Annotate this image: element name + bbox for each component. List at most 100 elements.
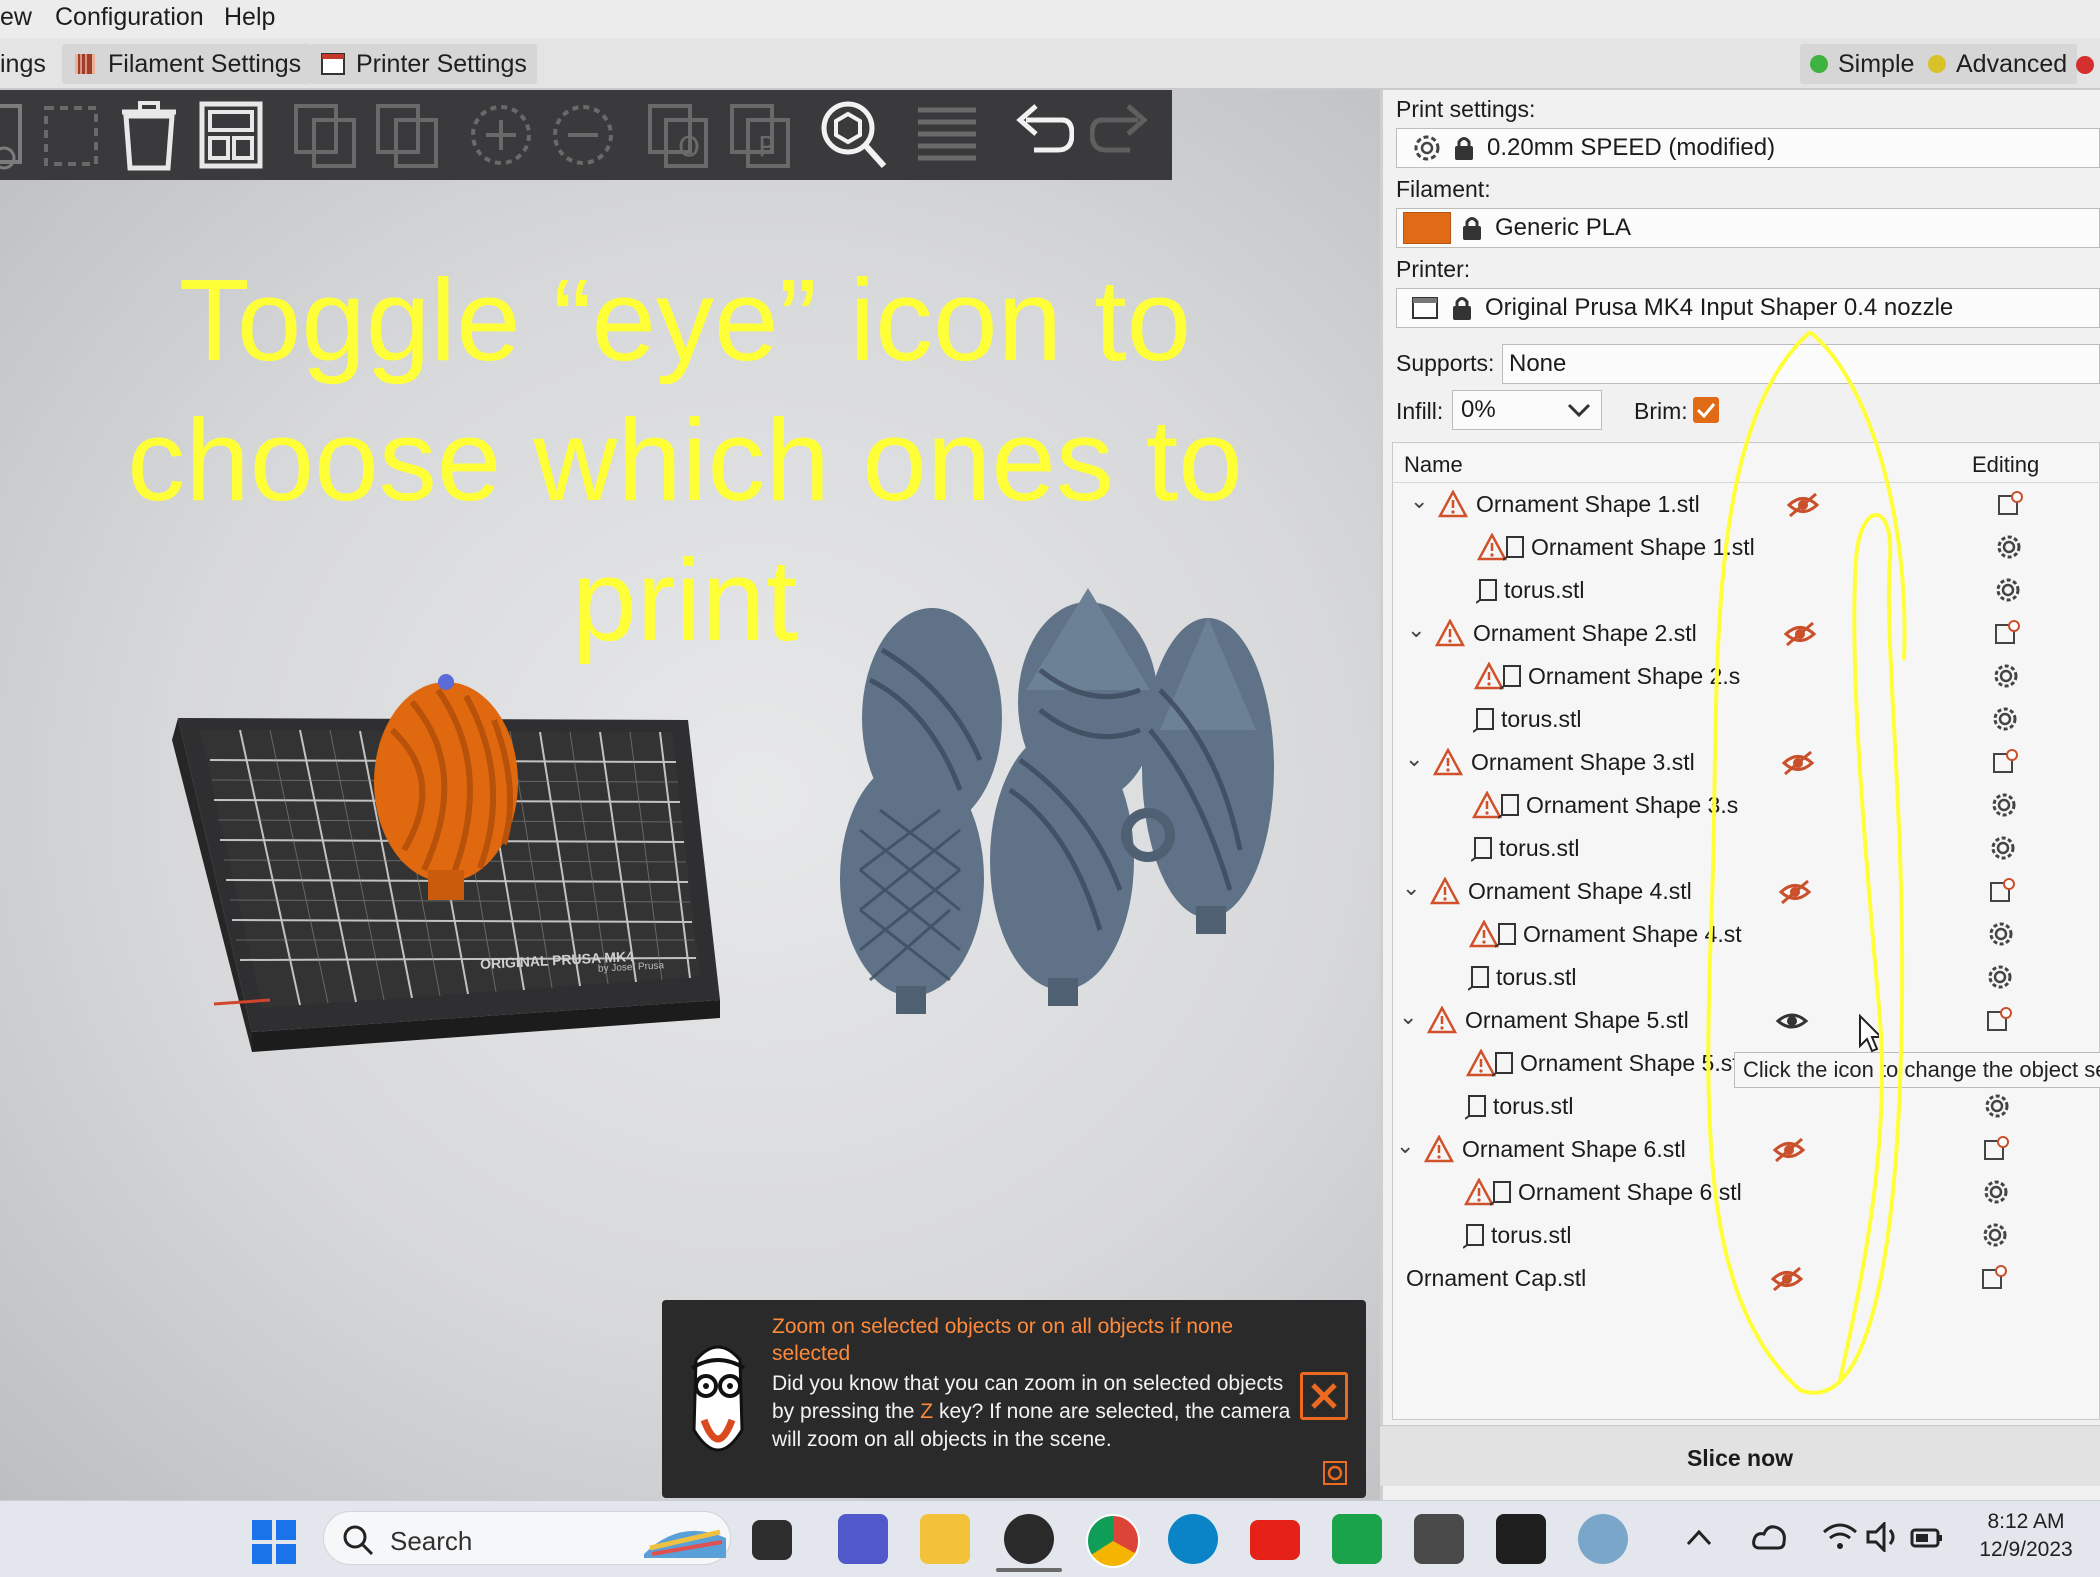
object-row[interactable]: Ornament Cap.stl (1392, 1258, 2100, 1301)
object-settings-icon[interactable] (1985, 1006, 2013, 1034)
chevron-down-icon[interactable]: ⌄ (1399, 1004, 1417, 1030)
supports-combo[interactable]: None (1502, 344, 2100, 384)
eye-off-icon[interactable] (1770, 1264, 1804, 1294)
prusaslicer-icon[interactable] (1004, 1514, 1054, 1564)
red-dot-icon[interactable] (2076, 56, 2094, 74)
part-row[interactable]: Ornament Shape 2.s (1392, 656, 2100, 699)
part-row[interactable]: Ornament Shape 3.s (1392, 785, 2100, 828)
eye-off-icon[interactable] (1781, 748, 1815, 778)
eye-off-icon[interactable] (1772, 1135, 1806, 1165)
search-icon[interactable] (818, 98, 888, 172)
mode-simple-button[interactable]: Simple (1800, 44, 1925, 84)
redo-icon[interactable] (1090, 98, 1160, 172)
part-row[interactable]: Ornament Shape 1.stl (1392, 527, 2100, 570)
object-row[interactable]: ⌄ Ornament Shape 6.stl (1392, 1129, 2100, 1172)
part-row[interactable]: torus.stl (1392, 957, 2100, 1000)
add-instance-icon[interactable] (466, 98, 536, 172)
taskbar-clock[interactable]: 8:12 AM 12/9/2023 (1970, 1508, 2082, 1564)
gear-icon[interactable] (1989, 834, 2017, 862)
menu-view[interactable]: ew (0, 3, 32, 32)
gear-icon[interactable] (1995, 533, 2023, 561)
paste-icon[interactable] (372, 98, 442, 172)
part-row[interactable]: Ornament Shape 6.stl (1392, 1172, 2100, 1215)
gear-icon[interactable] (1981, 1221, 2009, 1249)
object-row[interactable]: ⌄ Ornament Shape 4.stl (1392, 871, 2100, 914)
hint-close-button[interactable] (1300, 1372, 1348, 1420)
chevron-down-icon[interactable]: ⌄ (1402, 875, 1420, 901)
print-settings-combo[interactable]: 0.20mm SPEED (modified) (1396, 128, 2100, 168)
tab-filament-settings[interactable]: Filament Settings (62, 44, 312, 84)
brim-checkbox[interactable] (1692, 396, 1720, 424)
teams-icon[interactable] (838, 1514, 888, 1564)
column-header-editing: Editing (1972, 452, 2040, 477)
object-settings-icon[interactable] (1993, 619, 2021, 647)
object-row[interactable]: ⌄ Ornament Shape 2.stl (1392, 613, 2100, 656)
menu-configuration[interactable]: Configuration (55, 3, 204, 32)
filament-color-swatch[interactable] (1403, 212, 1451, 244)
part-row[interactable]: torus.stl (1392, 828, 2100, 871)
gear-icon[interactable] (1982, 1178, 2010, 1206)
cloud-sync-icon[interactable] (1752, 1522, 1788, 1554)
object-settings-icon[interactable] (1996, 490, 2024, 518)
edge-icon[interactable] (1168, 1514, 1218, 1564)
gear-icon[interactable] (1983, 1092, 2011, 1120)
part-row[interactable]: torus.stl (1392, 570, 2100, 613)
tab-print-settings[interactable]: ings (0, 44, 56, 84)
remove-instance-icon[interactable] (548, 98, 618, 172)
chrome-icon[interactable] (1086, 1514, 1140, 1568)
gear-icon[interactable] (1991, 705, 2019, 733)
chevron-down-icon[interactable]: ⌄ (1410, 488, 1428, 514)
tab-printer-settings[interactable]: Printer Settings (310, 44, 537, 84)
gear-icon[interactable] (1992, 662, 2020, 690)
arrange-icon[interactable] (196, 98, 266, 172)
wifi-icon[interactable] (1822, 1522, 1858, 1552)
volume-icon[interactable] (1866, 1522, 1900, 1552)
split-objects-icon[interactable]: O (644, 98, 714, 172)
eye-off-icon[interactable] (1783, 619, 1817, 649)
undo-icon[interactable] (1004, 98, 1074, 172)
part-row[interactable]: torus.stl (1392, 1086, 2100, 1129)
chevron-down-icon[interactable]: ⌄ (1405, 746, 1423, 772)
windows-start-icon[interactable] (252, 1520, 296, 1564)
printer-combo[interactable]: Original Prusa MK4 Input Shaper 0.4 nozz… (1396, 288, 2100, 328)
object-settings-icon[interactable] (1991, 748, 2019, 776)
object-row[interactable]: ⌄ Ornament Shape 3.stl (1392, 742, 2100, 785)
gear-icon[interactable] (1987, 920, 2015, 948)
eye-off-icon[interactable] (1778, 877, 1812, 907)
infill-combo[interactable]: 0% (1452, 390, 1602, 430)
chevron-down-icon[interactable]: ⌄ (1407, 617, 1425, 643)
part-row[interactable]: torus.stl (1392, 699, 2100, 742)
chevron-down-icon[interactable]: ⌄ (1396, 1133, 1414, 1159)
eye-icon[interactable] (1775, 1006, 1809, 1036)
trash-icon[interactable] (114, 98, 184, 172)
gear-icon[interactable] (1322, 1460, 1348, 1486)
eye-off-icon[interactable] (1786, 490, 1820, 520)
file-explorer-icon[interactable] (920, 1514, 970, 1564)
object-settings-icon[interactable] (1982, 1135, 2010, 1163)
gear-icon[interactable] (1990, 791, 2018, 819)
mode-advanced-button[interactable]: Advanced (1918, 44, 2078, 84)
gear-icon[interactable] (1994, 576, 2022, 604)
planner-icon[interactable] (1332, 1514, 1382, 1564)
part-row[interactable]: Ornament Shape 4.st (1392, 914, 2100, 957)
object-settings-icon[interactable] (1980, 1264, 2008, 1292)
split-parts-icon[interactable]: P (726, 98, 796, 172)
object-settings-icon[interactable] (1988, 877, 2016, 905)
object-row[interactable]: ⌄ Ornament Shape 1.stl (1392, 484, 2100, 527)
app-icon[interactable] (1578, 1514, 1628, 1564)
delete-all-icon[interactable] (36, 98, 106, 172)
copy-icon[interactable] (290, 98, 360, 172)
slice-now-button[interactable]: Slice now (1380, 1438, 2100, 1478)
youtube-icon[interactable] (1250, 1520, 1300, 1560)
object-row[interactable]: ⌄ Ornament Shape 5.stl (1392, 1000, 2100, 1043)
menu-help[interactable]: Help (224, 3, 275, 32)
layers-icon[interactable] (912, 98, 982, 172)
gear-icon[interactable] (1986, 963, 2014, 991)
sticky-notes-icon[interactable] (1496, 1514, 1546, 1564)
filament-combo[interactable]: Generic PLA (1396, 208, 2100, 248)
task-view-icon[interactable] (752, 1520, 792, 1560)
calculator-icon[interactable] (1414, 1514, 1464, 1564)
part-row[interactable]: torus.stl (1392, 1215, 2100, 1258)
chevron-up-icon[interactable] (1684, 1526, 1714, 1550)
battery-icon[interactable] (1910, 1526, 1944, 1550)
